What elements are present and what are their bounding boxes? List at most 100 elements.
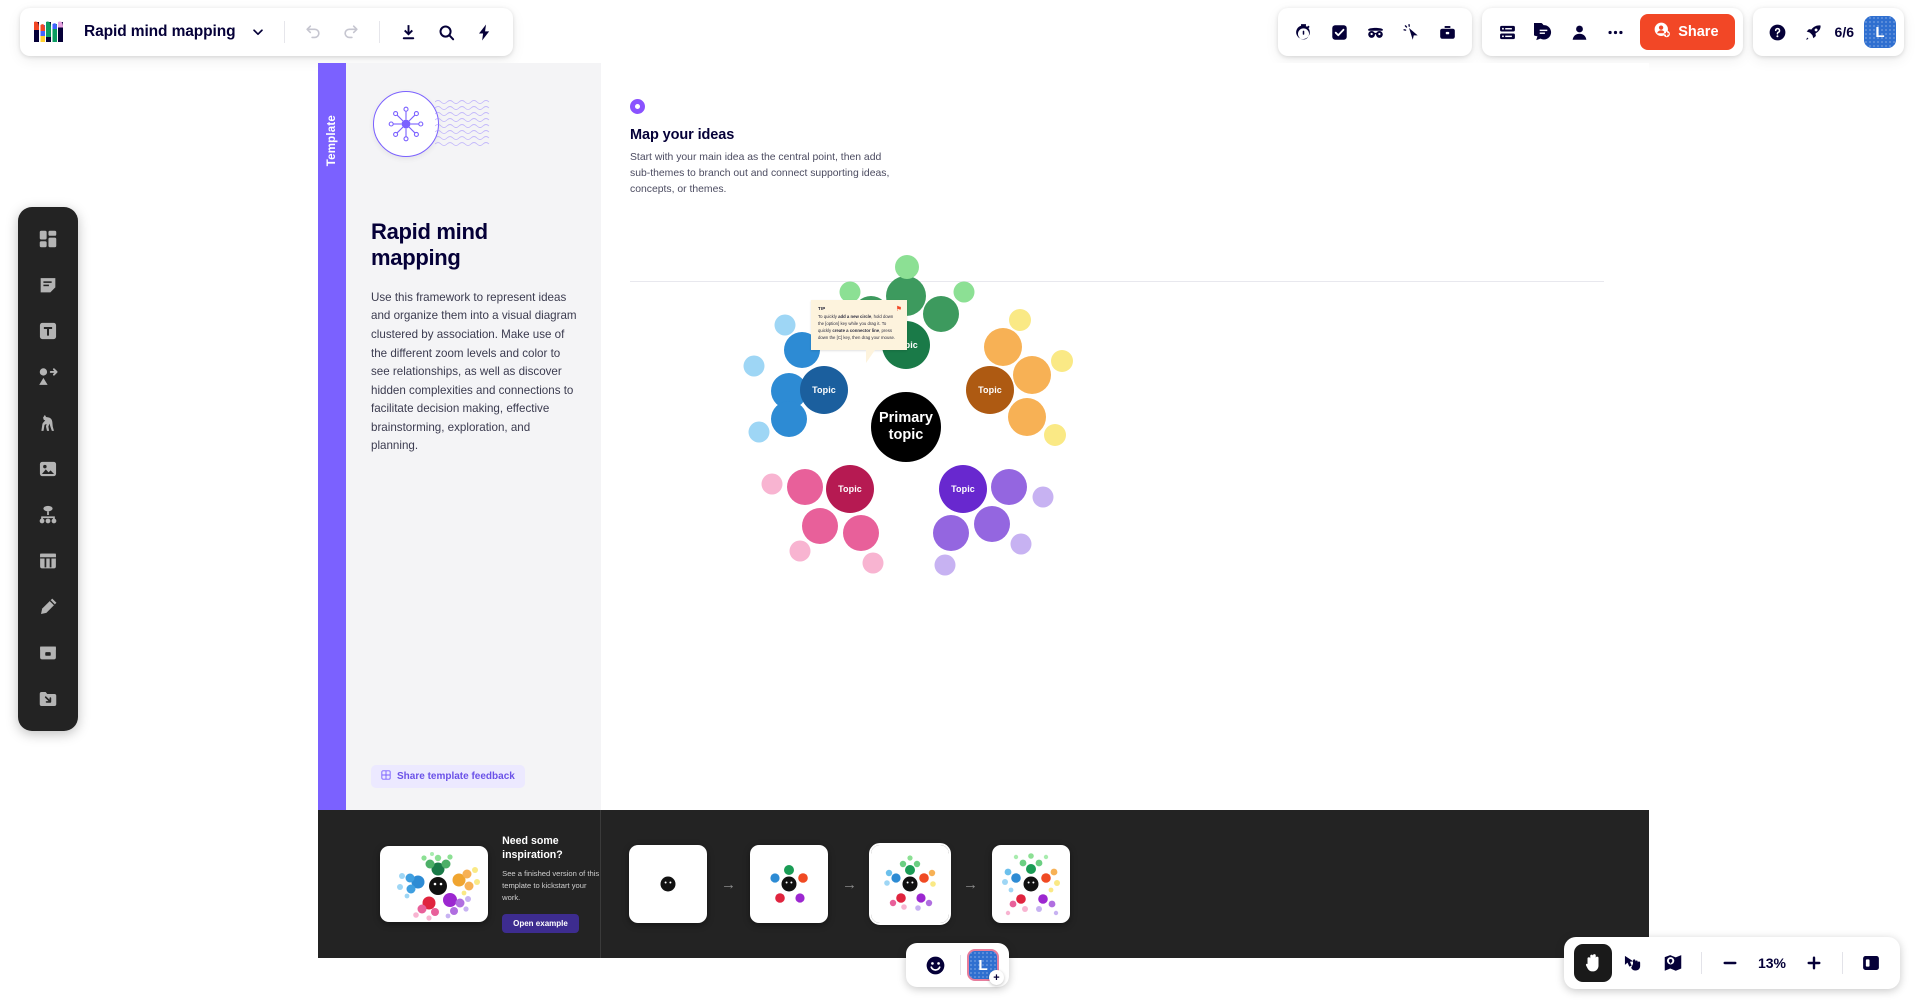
- glasses-icon[interactable]: [1358, 15, 1392, 49]
- blue-branch-topic[interactable]: Topic: [800, 366, 848, 414]
- add-collaborator-badge[interactable]: +: [989, 970, 1004, 985]
- sidebar-tool-text[interactable]: [26, 309, 70, 353]
- tip-sticky-note[interactable]: ⚑ TIP To quickly add a new circle, hold …: [811, 300, 907, 363]
- green-branch-satellite[interactable]: [895, 255, 919, 279]
- step-thumbnail-3[interactable]: [869, 843, 951, 925]
- share-template-feedback-button[interactable]: Share template feedback: [371, 765, 525, 788]
- comment-icon[interactable]: [1526, 15, 1560, 49]
- sidebar-tool-shapes[interactable]: [26, 355, 70, 399]
- open-example-button[interactable]: Open example: [502, 913, 579, 933]
- orange-branch-satellite[interactable]: [1051, 350, 1073, 372]
- share-template-feedback-label: Share template feedback: [397, 771, 515, 782]
- green-branch-satellite[interactable]: [923, 296, 959, 332]
- person-icon[interactable]: [1562, 15, 1596, 49]
- minimap-tool[interactable]: [1654, 944, 1692, 982]
- checkbox-icon[interactable]: [1322, 15, 1356, 49]
- purple-branch-satellite[interactable]: [1032, 486, 1054, 508]
- zoom-divider: [1701, 952, 1702, 974]
- template-tab-label: Template: [326, 115, 338, 167]
- template-description: Use this framework to represent ideas an…: [371, 290, 577, 453]
- example-thumbnail[interactable]: [380, 846, 489, 922]
- frames-panel-icon[interactable]: [1490, 15, 1524, 49]
- step-thumbnail-4[interactable]: [992, 845, 1070, 923]
- sidebar-tool-sticky-note[interactable]: [26, 263, 70, 307]
- zoom-in-button[interactable]: [1795, 944, 1833, 982]
- pink-branch-satellite[interactable]: [802, 508, 838, 544]
- board-title[interactable]: Rapid mind mapping: [80, 23, 239, 41]
- step-thumbnail-1[interactable]: [629, 845, 707, 923]
- smiley-icon[interactable]: [916, 946, 954, 984]
- flag-icon: ⚑: [895, 306, 902, 313]
- sidebar-tool-ai[interactable]: [26, 401, 70, 445]
- blue-branch-satellite[interactable]: [748, 421, 770, 443]
- decorative-waves: [434, 99, 491, 156]
- sidebar-tool-pen[interactable]: [26, 585, 70, 629]
- primary-topic-node[interactable]: Primary topic: [871, 392, 941, 462]
- orange-branch-satellite[interactable]: [1013, 356, 1051, 394]
- share-button[interactable]: Share: [1640, 14, 1735, 50]
- help-circle-icon[interactable]: [1761, 15, 1795, 49]
- orange-branch-satellite[interactable]: [1009, 309, 1031, 331]
- blue-branch-satellite[interactable]: [771, 401, 807, 437]
- pink-branch-topic[interactable]: Topic: [826, 465, 874, 513]
- search-icon[interactable]: [429, 15, 463, 49]
- template-panel-body: Rapid mind mapping Use this framework to…: [346, 63, 601, 810]
- cursor-spark-icon[interactable]: [1394, 15, 1428, 49]
- orange-branch-satellite[interactable]: [984, 328, 1022, 366]
- pink-branch-satellite[interactable]: [787, 469, 823, 505]
- step-arrow-icon: →: [721, 875, 736, 893]
- redo-icon[interactable]: [334, 15, 368, 49]
- toolbar-divider: [379, 21, 381, 43]
- collab-avatar[interactable]: L +: [967, 949, 1004, 985]
- orange-branch-satellite[interactable]: [1044, 424, 1066, 446]
- purple-branch-topic[interactable]: Topic: [939, 465, 987, 513]
- panel-toggle-button[interactable]: [1852, 944, 1890, 982]
- step-thumbnail-2[interactable]: [750, 845, 828, 923]
- rocket-icon[interactable]: [1797, 15, 1831, 49]
- sidebar-tool-templates[interactable]: [26, 217, 70, 261]
- zoom-out-button[interactable]: [1711, 944, 1749, 982]
- purple-branch-satellite[interactable]: [934, 554, 956, 576]
- pink-branch-satellite[interactable]: [843, 515, 879, 551]
- zoom-level[interactable]: 13%: [1751, 955, 1793, 971]
- node-label: Topic: [838, 484, 862, 494]
- mindmap-diagram: TopicTopicTopicTopicTopicPrimary topic: [601, 63, 1649, 810]
- blue-branch-satellite[interactable]: [743, 355, 765, 377]
- purple-branch-satellite[interactable]: [974, 506, 1010, 542]
- seat-count: 6/6: [1834, 24, 1854, 40]
- pink-branch-satellite[interactable]: [761, 473, 783, 495]
- canvas-frame: Map your ideas Start with your main idea…: [601, 63, 1649, 810]
- sidebar-tool-table[interactable]: [26, 539, 70, 583]
- toolbox-icon[interactable]: [1430, 15, 1464, 49]
- template-tab[interactable]: Template: [318, 63, 346, 810]
- chevron-down-icon[interactable]: [243, 17, 273, 47]
- orange-branch-topic[interactable]: Topic: [966, 366, 1014, 414]
- undo-icon[interactable]: [296, 15, 330, 49]
- pink-branch-satellite[interactable]: [862, 552, 884, 574]
- node-label: Topic: [951, 484, 975, 494]
- blue-branch-satellite[interactable]: [774, 314, 796, 336]
- orange-branch-satellite[interactable]: [1008, 398, 1046, 436]
- purple-branch-satellite[interactable]: [1010, 533, 1032, 555]
- tip-heading: TIP: [818, 306, 826, 311]
- avatar[interactable]: L: [1864, 16, 1896, 48]
- inspiration-copy: Need some inspiration? See a finished ve…: [502, 835, 600, 933]
- sidebar-tool-mindmap[interactable]: [26, 493, 70, 537]
- purple-branch-satellite[interactable]: [991, 469, 1027, 505]
- sidebar-tool-upload[interactable]: [26, 447, 70, 491]
- account-group: 6/6 L: [1752, 8, 1904, 56]
- sidebar-tool-more[interactable]: [26, 677, 70, 721]
- download-icon[interactable]: [391, 15, 425, 49]
- sidebar-tool-frame[interactable]: [26, 631, 70, 675]
- toolbar-divider: [284, 21, 286, 43]
- more-horizontal-icon[interactable]: [1598, 15, 1632, 49]
- share-button-label: Share: [1678, 24, 1719, 40]
- timer-icon[interactable]: [1286, 15, 1320, 49]
- lightning-icon[interactable]: [467, 15, 501, 49]
- green-branch-satellite[interactable]: [953, 281, 975, 303]
- pink-branch-satellite[interactable]: [789, 540, 811, 562]
- select-tool[interactable]: [1614, 944, 1652, 982]
- miro-logo[interactable]: [32, 19, 66, 45]
- purple-branch-satellite[interactable]: [933, 515, 969, 551]
- hand-tool[interactable]: [1574, 944, 1612, 982]
